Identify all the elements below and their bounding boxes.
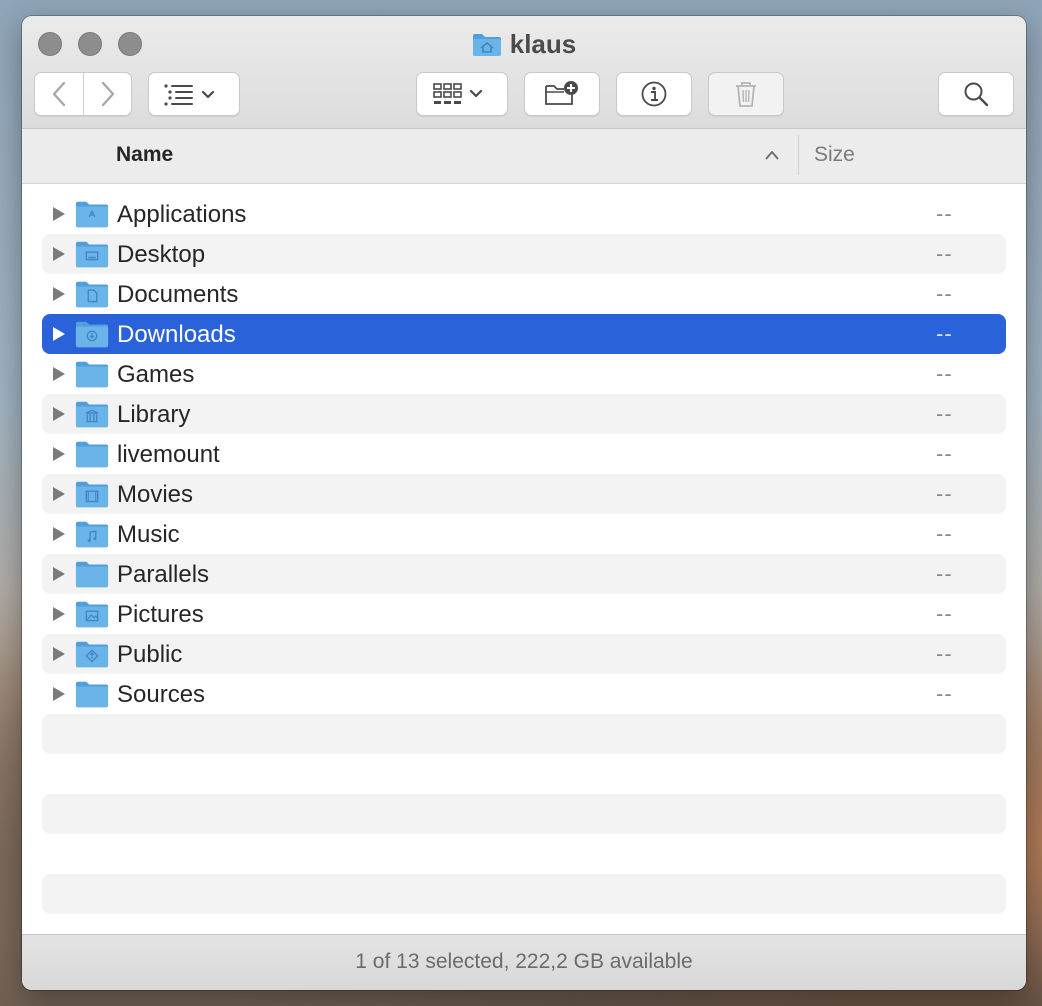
file-size: --: [936, 401, 953, 426]
finder-window: klaus Name Size Applications -- Desktop …: [22, 16, 1026, 990]
file-row-desktop[interactable]: Desktop --: [42, 234, 1006, 274]
file-row-games[interactable]: Games --: [42, 354, 1006, 394]
file-size: --: [936, 681, 953, 706]
disclosure-triangle-icon[interactable]: [52, 286, 66, 302]
disclosure-triangle-icon[interactable]: [52, 606, 66, 622]
search-button[interactable]: [938, 72, 1014, 116]
file-size: --: [936, 281, 953, 306]
new-folder-button[interactable]: [524, 72, 600, 116]
disclosure-triangle-icon[interactable]: [52, 526, 66, 542]
file-name: Parallels: [117, 561, 210, 588]
file-name: Pictures: [117, 601, 204, 628]
public-folder-icon: [75, 641, 109, 668]
folder-icon: [75, 441, 109, 468]
disclosure-triangle-icon[interactable]: [52, 246, 66, 262]
file-name: Documents: [117, 281, 239, 308]
file-row-sources[interactable]: Sources --: [42, 674, 1006, 714]
sort-ascending-icon: [765, 151, 779, 160]
info-icon: [641, 81, 667, 107]
applications-folder-icon: [75, 201, 109, 228]
back-forward-control: [34, 72, 132, 116]
file-row-downloads[interactable]: Downloads --: [42, 314, 1006, 354]
pictures-folder-icon: [75, 601, 109, 628]
file-name: Library: [117, 401, 191, 428]
file-name: Movies: [117, 481, 194, 508]
toolbar: klaus: [22, 16, 1026, 129]
disclosure-triangle-icon[interactable]: [52, 486, 66, 502]
folder-icon: [75, 561, 109, 588]
file-row-movies[interactable]: Movies --: [42, 474, 1006, 514]
new-folder-icon: [545, 81, 578, 105]
file-row-pictures[interactable]: Pictures --: [42, 594, 1006, 634]
file-row-documents[interactable]: Documents --: [42, 274, 1006, 314]
disclosure-triangle-icon[interactable]: [52, 366, 66, 382]
file-row-library[interactable]: Library --: [42, 394, 1006, 434]
column-header-name[interactable]: Name: [116, 143, 173, 167]
file-row-livemount[interactable]: livemount --: [42, 434, 1006, 474]
file-size: --: [936, 321, 953, 346]
get-info-button[interactable]: [616, 72, 692, 116]
library-folder-icon: [75, 401, 109, 428]
chevron-right-icon: [101, 81, 115, 107]
folder-icon: [75, 681, 109, 708]
file-size: --: [936, 241, 953, 266]
column-header-size[interactable]: Size: [814, 143, 855, 167]
window-title: klaus: [509, 29, 577, 59]
folder-icon: [75, 361, 109, 388]
file-size: --: [936, 601, 953, 626]
disclosure-triangle-icon[interactable]: [52, 206, 66, 222]
file-name: Games: [117, 361, 195, 388]
status-text: 1 of 13 selected, 222,2 GB available: [355, 950, 693, 973]
disclosure-triangle-icon[interactable]: [52, 446, 66, 462]
trash-icon: [736, 82, 756, 107]
status-bar: 1 of 13 selected, 222,2 GB available: [22, 934, 1026, 990]
file-size: --: [936, 521, 953, 546]
group-button[interactable]: [416, 72, 508, 116]
home-folder-icon: [472, 31, 502, 64]
file-size: --: [936, 361, 953, 386]
file-name: Desktop: [117, 241, 206, 268]
forward-button[interactable]: [84, 73, 132, 115]
disclosure-triangle-icon[interactable]: [52, 326, 66, 342]
downloads-folder-icon: [75, 321, 109, 348]
file-size: --: [936, 641, 953, 666]
movies-folder-icon: [75, 481, 109, 508]
file-row-applications[interactable]: Applications --: [42, 194, 1006, 234]
chevron-left-icon: [52, 81, 66, 107]
empty-row: [42, 874, 1006, 914]
disclosure-triangle-icon[interactable]: [52, 646, 66, 662]
view-options-button[interactable]: [148, 72, 240, 116]
file-name: Downloads: [117, 321, 236, 348]
move-to-trash-button[interactable]: [708, 72, 784, 116]
file-size: --: [936, 561, 953, 586]
documents-folder-icon: [75, 281, 109, 308]
disclosure-triangle-icon[interactable]: [52, 686, 66, 702]
list-view-icon: [164, 84, 215, 106]
file-row-public[interactable]: Public --: [42, 634, 1006, 674]
grid-group-icon: [433, 83, 483, 104]
disclosure-triangle-icon[interactable]: [52, 566, 66, 582]
disclosure-triangle-icon[interactable]: [52, 406, 66, 422]
file-row-parallels[interactable]: Parallels --: [42, 554, 1006, 594]
empty-row: [42, 794, 1006, 834]
back-button[interactable]: [35, 73, 83, 115]
file-name: Applications: [117, 201, 247, 228]
file-name: livemount: [117, 441, 220, 468]
file-size: --: [936, 481, 953, 506]
file-size: --: [936, 201, 953, 226]
file-name: Music: [117, 521, 180, 548]
music-folder-icon: [75, 521, 109, 548]
file-size: --: [936, 441, 953, 466]
file-row-music[interactable]: Music --: [42, 514, 1006, 554]
empty-row: [42, 714, 1006, 754]
window-title-bar: klaus: [22, 28, 1026, 64]
search-icon: [964, 82, 989, 107]
file-name: Public: [117, 641, 183, 668]
column-header: Name Size: [22, 129, 1026, 184]
file-name: Sources: [117, 681, 206, 708]
column-divider[interactable]: [798, 135, 799, 175]
desktop-folder-icon: [75, 241, 109, 268]
